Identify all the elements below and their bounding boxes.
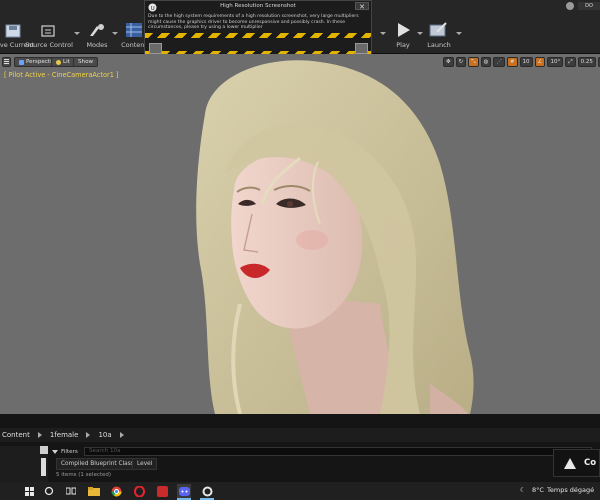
- scale-tool-icon[interactable]: ⤡: [468, 57, 479, 67]
- weather-icon[interactable]: ☾: [520, 486, 526, 494]
- content-browser: Content 1female 10a Filters Search 10a C…: [0, 414, 600, 482]
- scale-snap-value[interactable]: 0.25: [577, 57, 596, 67]
- rotate-tool-icon[interactable]: ↻: [455, 57, 467, 67]
- opera-icon[interactable]: [132, 484, 146, 498]
- play-button[interactable]: Play: [390, 0, 416, 54]
- grid-snap-icon[interactable]: #: [506, 57, 518, 67]
- file-explorer-icon[interactable]: [87, 484, 101, 498]
- play-icon: [398, 23, 410, 37]
- modes-button[interactable]: Modes: [84, 0, 110, 54]
- scale-snap-icon[interactable]: ⤢: [565, 57, 576, 67]
- save-icon: [5, 24, 21, 38]
- notification-toast[interactable]: Co: [553, 449, 600, 477]
- windows-taskbar: ☾ 8°C Temps dégagé: [0, 482, 600, 500]
- level-viewport[interactable]: Perspective Lit Show [ Pilot Active - Ci…: [0, 54, 600, 414]
- crumb-separator-icon[interactable]: [37, 432, 42, 438]
- filter-icon: [52, 449, 58, 454]
- take-screenshot-icon[interactable]: [355, 43, 368, 54]
- filter-chip-level[interactable]: Level: [132, 458, 158, 470]
- viewport-options-button[interactable]: [2, 57, 11, 67]
- discord-icon[interactable]: [177, 484, 191, 498]
- chrome-icon[interactable]: [109, 484, 123, 498]
- hazard-stripe-top: [145, 33, 371, 38]
- lit-icon: [56, 59, 61, 65]
- search-icon[interactable]: [42, 484, 56, 498]
- dialog-close-button[interactable]: ✕: [355, 2, 369, 11]
- content-search-input[interactable]: Search 10a: [84, 447, 592, 456]
- perspective-icon: [19, 59, 24, 65]
- app-red-icon[interactable]: [155, 484, 169, 498]
- play-caret-icon[interactable]: [417, 32, 423, 35]
- lit-label: Lit: [63, 59, 70, 65]
- modes-caret-icon[interactable]: [112, 32, 118, 35]
- sources-scrollbar[interactable]: [41, 458, 46, 476]
- content-button[interactable]: Content: [121, 0, 147, 54]
- crumb-10a[interactable]: 10a: [98, 431, 111, 439]
- viewport-transform-toolbar: ✥ ↻ ⤡ ◍ ⋰ # 10 ∠ 10° ⤢ 0.25 1: [443, 57, 600, 67]
- source-control-icon: [41, 25, 55, 37]
- notification-text: Co: [584, 458, 597, 468]
- crumb-separator-icon[interactable]: [119, 432, 124, 438]
- launch-button[interactable]: Launch: [426, 0, 452, 54]
- modes-icon: [90, 24, 104, 36]
- save-current-button[interactable]: Save Current: [0, 0, 34, 54]
- source-status-icon: [566, 2, 574, 10]
- windows-start-icon[interactable]: [22, 484, 36, 498]
- character-render-image: [196, 60, 474, 414]
- rotation-snap-value[interactable]: 10°: [547, 57, 564, 67]
- crumb-separator-icon[interactable]: [86, 432, 91, 438]
- crumb-content[interactable]: Content: [2, 431, 30, 439]
- sources-toggle-icon[interactable]: [40, 446, 48, 454]
- crumb-1female[interactable]: 1female: [50, 431, 79, 439]
- translate-tool-icon[interactable]: ✥: [443, 57, 454, 67]
- dialog-title: High Resolution Screenshot: [220, 3, 296, 9]
- source-control-button[interactable]: Source Control: [25, 0, 73, 54]
- breadcrumb: Content 1female 10a: [0, 428, 600, 442]
- content-icon: [126, 23, 142, 37]
- filters-button[interactable]: Filters: [52, 447, 78, 456]
- high-res-screenshot-dialog: U High Resolution Screenshot ✕ Due to th…: [144, 0, 372, 57]
- modes-label: Modes: [86, 41, 108, 49]
- toolbar-caret-icon[interactable]: [380, 32, 386, 35]
- launch-caret-icon[interactable]: [456, 32, 462, 35]
- lit-button[interactable]: Lit: [51, 57, 75, 67]
- show-label: Show: [78, 59, 94, 65]
- launch-icon: [429, 22, 447, 37]
- source-control-caret-icon[interactable]: [74, 32, 80, 35]
- warning-icon: [564, 458, 576, 469]
- filter-chip-blueprint[interactable]: Compiled Blueprint Class: [56, 458, 139, 470]
- unreal-engine-icon[interactable]: [200, 484, 214, 498]
- show-button[interactable]: Show: [73, 57, 99, 67]
- pilot-active-label: [ Pilot Active - CineCameraActor1 ]: [4, 71, 119, 79]
- weather-text[interactable]: Temps dégagé: [547, 486, 594, 494]
- world-local-icon[interactable]: ◍: [480, 57, 492, 67]
- grid-snap-value[interactable]: 10: [519, 57, 533, 67]
- unreal-editor-window: Save Current Source Control Modes Conten…: [0, 0, 600, 500]
- weather-temp[interactable]: 8°C: [532, 486, 544, 494]
- source-control-label: Source Control: [25, 41, 73, 49]
- play-label: Play: [396, 41, 410, 49]
- dialog-message: Due to the high system requirements of a…: [148, 14, 359, 31]
- project-badge: DO: [578, 2, 600, 10]
- surface-snap-icon[interactable]: ⋰: [493, 57, 505, 67]
- rotation-snap-icon[interactable]: ∠: [534, 57, 546, 67]
- capture-region-icon[interactable]: [149, 43, 162, 54]
- launch-label: Launch: [427, 41, 451, 49]
- filters-label: Filters: [61, 448, 78, 455]
- task-view-icon[interactable]: [64, 484, 78, 498]
- items-count: 5 items (1 selected): [56, 472, 112, 478]
